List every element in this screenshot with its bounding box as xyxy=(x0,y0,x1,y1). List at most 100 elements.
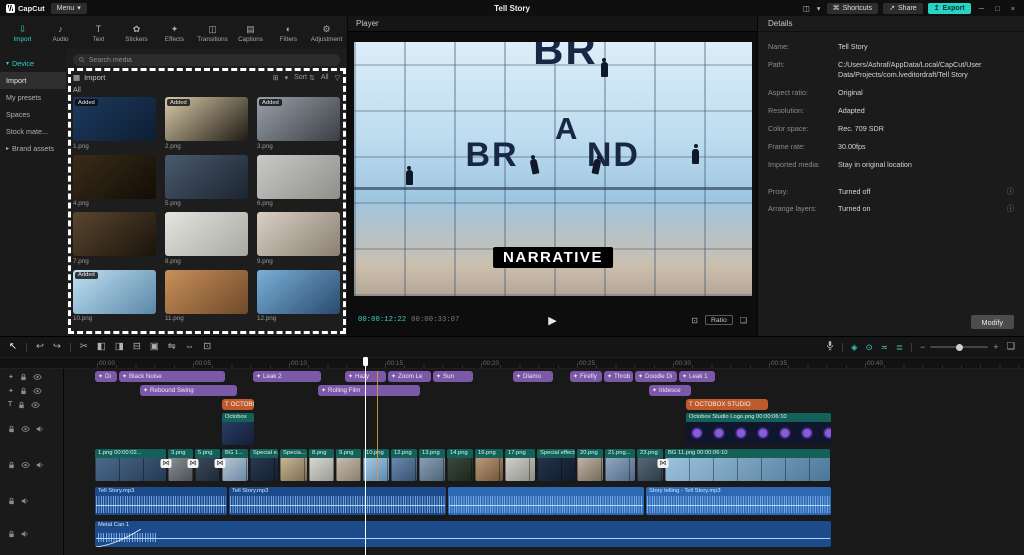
lock-icon[interactable] xyxy=(8,461,15,469)
video-clip[interactable]: 13.png xyxy=(419,449,445,481)
effect-clip[interactable]: ✦ Rebound Swing xyxy=(140,385,237,396)
media-item[interactable]: Added 2.png xyxy=(165,97,248,150)
transition-icon[interactable]: ⋈ xyxy=(160,459,172,468)
video-clip[interactable]: 20.png xyxy=(577,449,603,481)
zoom-slider-knob[interactable] xyxy=(956,343,964,351)
audio-clip[interactable]: Story telling - Tell Story.mp3 xyxy=(646,487,831,515)
track-header[interactable] xyxy=(0,413,64,445)
sidebar-item-device[interactable]: ▾ Device xyxy=(0,55,66,72)
freeze-icon[interactable]: ▣ xyxy=(150,342,159,352)
redo-icon[interactable]: ↪ xyxy=(53,342,61,352)
video-clip[interactable]: Specia... xyxy=(280,449,307,481)
filter-all-dropdown[interactable]: All xyxy=(321,74,329,81)
lock-icon[interactable] xyxy=(8,425,15,433)
media-item[interactable]: 11.png xyxy=(165,269,248,322)
info-icon[interactable]: ⓘ xyxy=(1007,204,1014,214)
tab-filters[interactable]: ◐ Filters xyxy=(270,18,307,49)
media-item[interactable]: 6.png xyxy=(257,154,340,207)
effect-clip[interactable]: ✦ Leak 2 xyxy=(253,371,321,382)
reverse-icon[interactable]: ⇋ xyxy=(168,342,176,352)
play-button[interactable]: ▶ xyxy=(548,314,556,327)
sidebar-item-import[interactable]: Import xyxy=(0,72,66,89)
tab-adjustment[interactable]: ⚙ Adjustment xyxy=(308,18,345,49)
undo-icon[interactable]: ↩ xyxy=(36,342,44,352)
fullscreen-icon[interactable]: ❏ xyxy=(740,316,747,325)
eye-icon[interactable] xyxy=(21,462,30,468)
lock-icon[interactable] xyxy=(20,373,27,381)
video-clip[interactable]: 16.png xyxy=(475,449,503,481)
close-button[interactable]: × xyxy=(1008,4,1018,13)
view-chevron-icon[interactable]: ▾ xyxy=(285,74,289,82)
video-clip[interactable]: 9.png xyxy=(336,449,361,481)
video-preview[interactable]: BR BR A ND NARRATIVE xyxy=(354,42,752,296)
sidebar-item-brand-assets[interactable]: ▸ Brand assets xyxy=(0,140,66,157)
audio-clip[interactable]: Metal Can 1 xyxy=(95,521,831,547)
shortcuts-button[interactable]: ⌘ Shortcuts xyxy=(826,2,879,14)
tab-text[interactable]: T Text xyxy=(80,18,117,49)
video-clip[interactable]: Special e... xyxy=(250,449,278,481)
maximize-button[interactable]: □ xyxy=(992,4,1003,13)
snap-icon[interactable]: ≍ xyxy=(881,343,888,352)
microphone-icon[interactable] xyxy=(826,340,834,354)
media-item[interactable]: 5.png xyxy=(165,154,248,207)
eye-icon[interactable] xyxy=(31,401,40,408)
media-item[interactable]: 8.png xyxy=(165,212,248,265)
sidebar-item-spaces[interactable]: Spaces xyxy=(0,106,66,123)
eye-icon[interactable] xyxy=(33,373,42,380)
text-clip[interactable]: T OCTOBOX STUDIO xyxy=(686,399,768,410)
ratio-button[interactable]: Ratio xyxy=(704,315,733,325)
sort-button[interactable]: Sort ⇅ xyxy=(294,74,315,82)
text-clip[interactable]: TOCTOBOX xyxy=(222,399,254,410)
video-clip[interactable]: 10.png xyxy=(363,449,389,481)
minimize-button[interactable]: ─ xyxy=(976,4,987,13)
timeline-ruler[interactable]: 00:00 00:05 00:10 00:15 00:20 00:25 00:30 00:35… xyxy=(0,357,1024,369)
effect-clip[interactable]: ✦ Zoom Le xyxy=(388,371,431,382)
mute-icon[interactable] xyxy=(21,530,29,538)
tab-stickers[interactable]: ✿ Stickers xyxy=(118,18,155,49)
effect-clip[interactable]: ✦ Firefly xyxy=(570,371,602,382)
transition-icon[interactable]: ⋈ xyxy=(187,459,199,468)
video-clip[interactable]: Special effect... xyxy=(537,449,575,481)
select-tool-icon[interactable]: ↖ xyxy=(9,342,17,352)
effect-clip[interactable]: ✦ Throb xyxy=(604,371,633,382)
tab-effects[interactable]: ✦ Effects xyxy=(156,18,193,49)
mute-icon[interactable] xyxy=(36,461,44,469)
effect-clip[interactable]: ✦ Black Noise xyxy=(119,371,225,382)
grid-view-icon[interactable]: ⊞ xyxy=(273,74,279,82)
effect-clip[interactable]: ✦ Leak 1 xyxy=(679,371,715,382)
layout-chevron-icon[interactable]: ▾ xyxy=(816,4,822,13)
snapshot-icon[interactable]: ⊡ xyxy=(691,316,698,325)
link-icon[interactable]: ⊙ xyxy=(866,343,873,352)
video-clip[interactable]: BG 1... xyxy=(222,449,248,481)
delete-left-icon[interactable]: ◧ xyxy=(97,342,106,352)
effect-icon[interactable]: ✦ xyxy=(8,387,14,395)
video-clip[interactable]: 17.png xyxy=(505,449,535,481)
layout-panels-icon[interactable]: ◫ xyxy=(802,4,811,13)
effect-clip[interactable]: ✦ Doodle Di xyxy=(635,371,677,382)
audio-clip[interactable] xyxy=(448,487,644,515)
audio-clip[interactable]: Tell Story.mp3 xyxy=(229,487,446,515)
track-header[interactable]: T xyxy=(0,399,64,410)
effect-icon[interactable]: ✦ xyxy=(8,373,14,381)
effect-clip[interactable]: ✦ Sun xyxy=(433,371,473,382)
video-clip[interactable]: 21.png... xyxy=(605,449,635,481)
video-clip[interactable]: 12.png xyxy=(391,449,417,481)
tab-transitions[interactable]: ◫ Transitions xyxy=(194,18,231,49)
overlay-clip[interactable]: Octobox Studio Logo.png 00:00:06:10 xyxy=(686,413,831,445)
menu-button[interactable]: Menu ▾ xyxy=(50,2,87,14)
tab-import[interactable]: ⇩ Import xyxy=(4,18,41,49)
share-button[interactable]: ↗ Share xyxy=(883,2,923,14)
media-item[interactable]: 9.png xyxy=(257,212,340,265)
eye-icon[interactable] xyxy=(33,387,42,394)
lock-icon[interactable] xyxy=(20,387,27,395)
mute-icon[interactable] xyxy=(21,497,29,505)
filter-icon[interactable]: ▽ xyxy=(335,74,340,82)
info-icon[interactable]: ⓘ xyxy=(1007,187,1014,197)
media-item[interactable]: Added 1.png xyxy=(73,97,156,150)
tab-captions[interactable]: ▤ Captions xyxy=(232,18,269,49)
video-clip[interactable]: 14.png xyxy=(447,449,473,481)
video-clip[interactable]: 1.png 00:00:02... xyxy=(95,449,166,481)
sidebar-item-stock-mate-[interactable]: Stock mate... xyxy=(0,123,66,140)
preview-axis-icon[interactable]: ≣ xyxy=(896,343,903,352)
eye-icon[interactable] xyxy=(21,426,30,432)
